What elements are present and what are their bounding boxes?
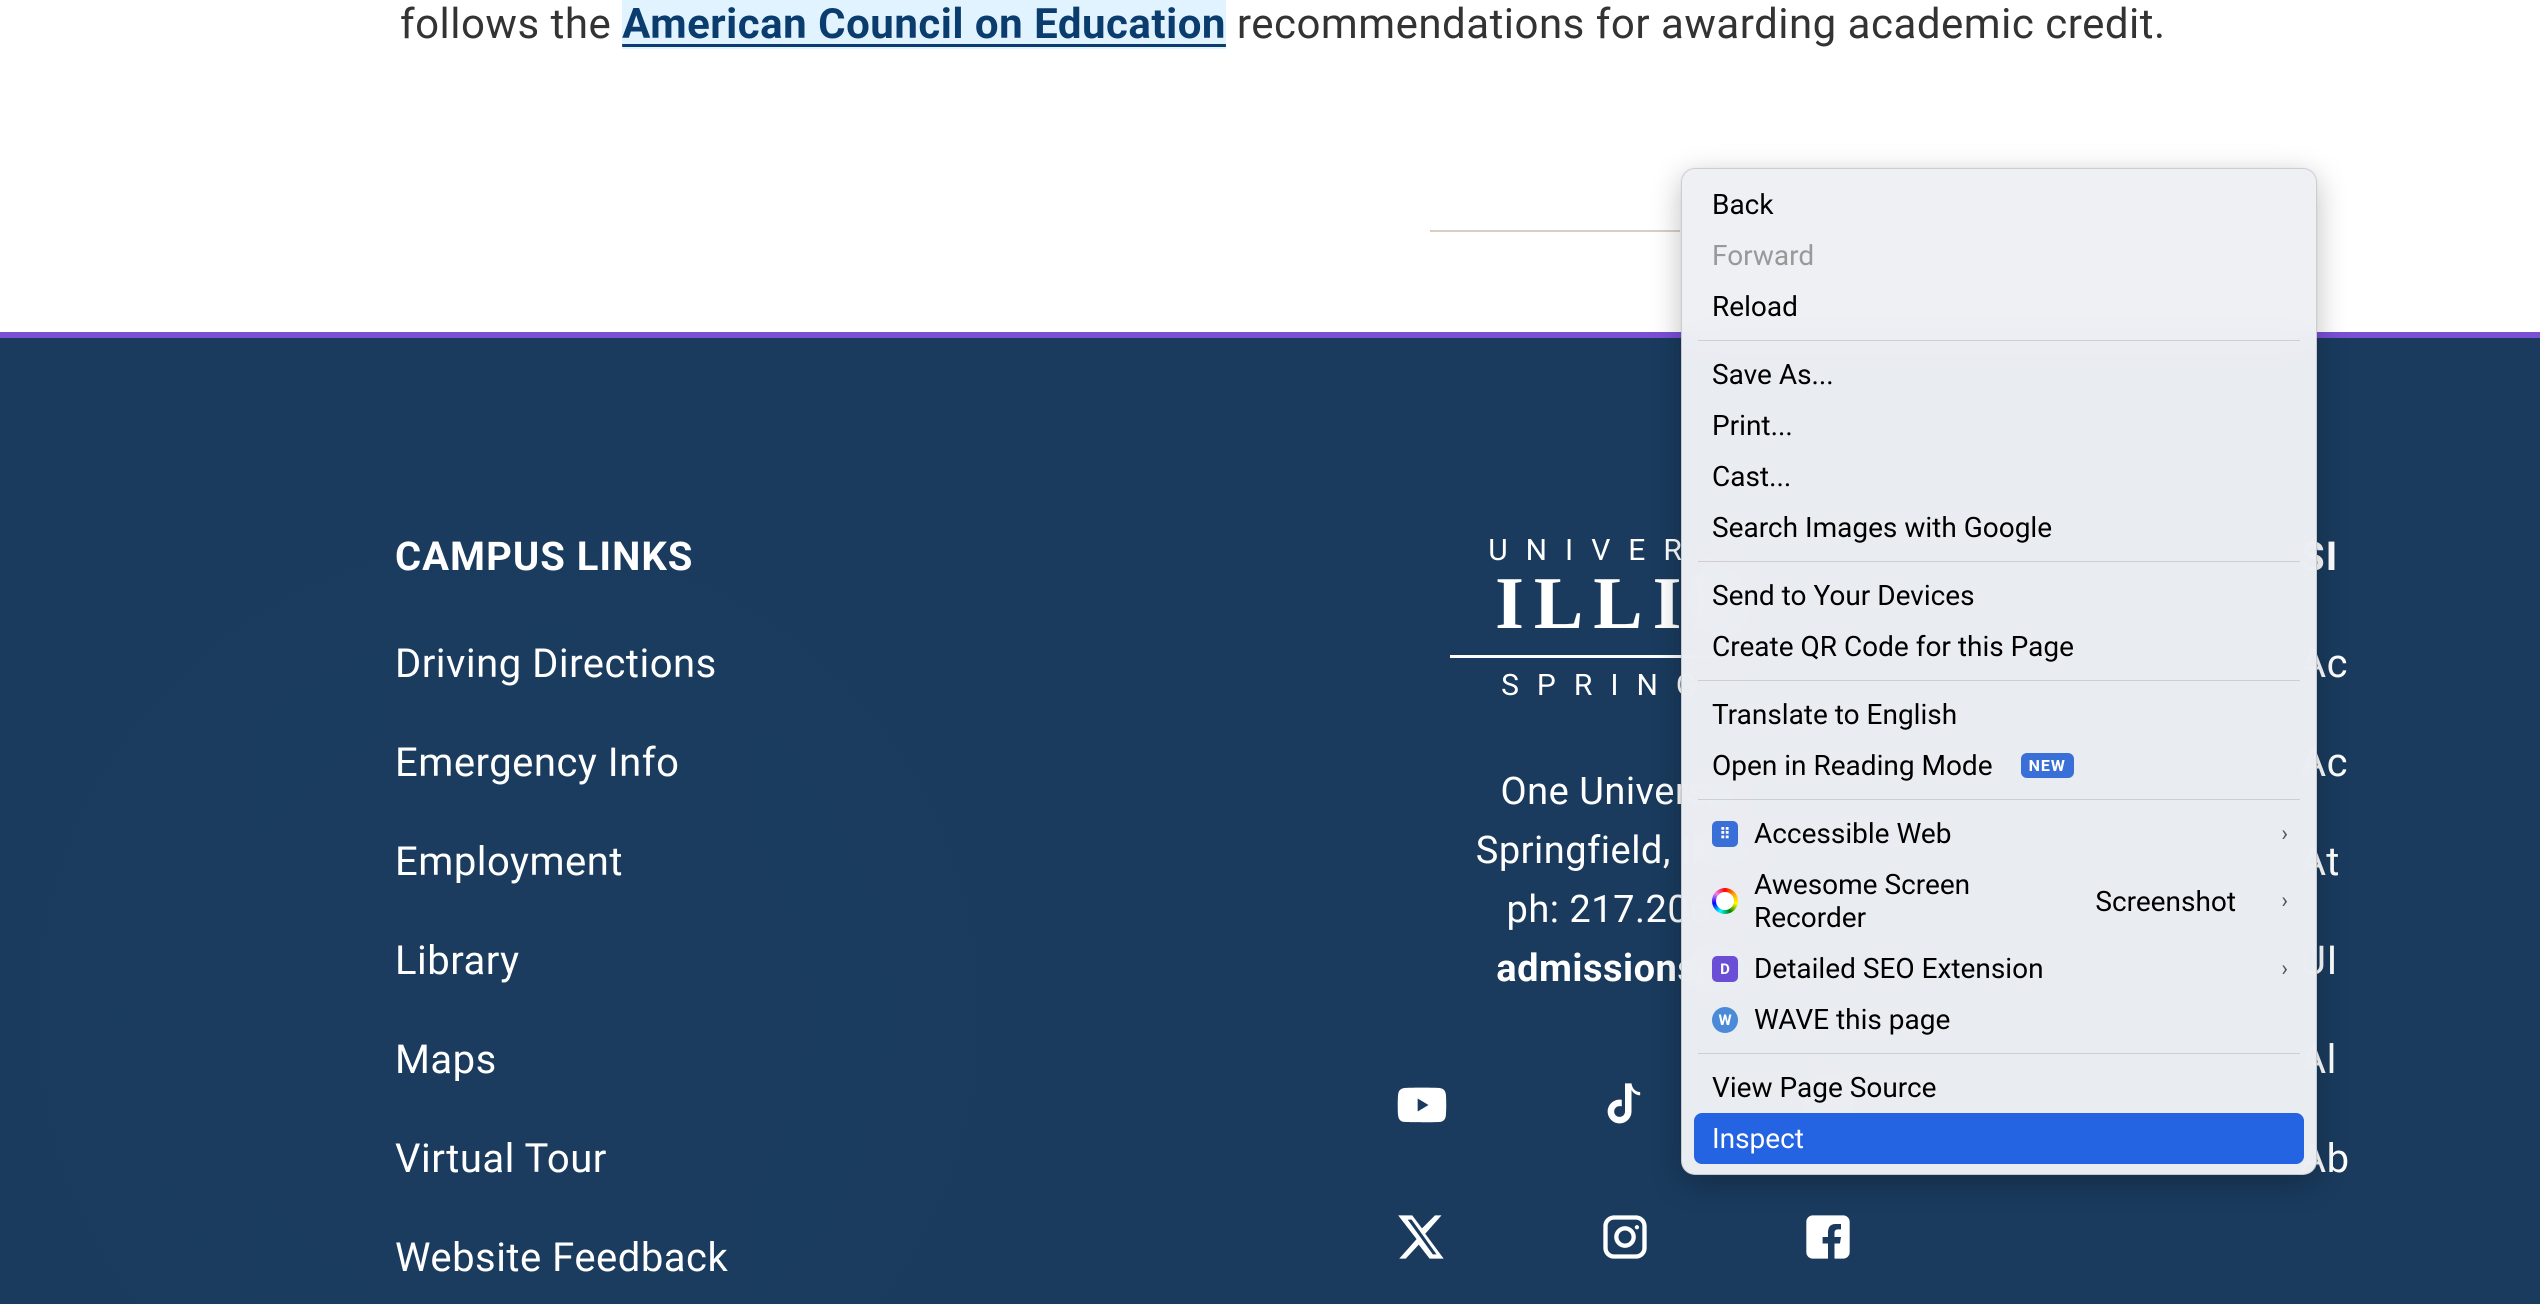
menu-separator xyxy=(1698,1053,2300,1054)
browser-context-menu: Back Forward Reload Save As... Print... … xyxy=(1681,168,2317,1175)
wave-icon: W xyxy=(1712,1007,1738,1033)
menu-send-to-devices[interactable]: Send to Your Devices xyxy=(1682,570,2316,621)
instagram-icon[interactable] xyxy=(1599,1211,1651,1263)
campus-links-column: CAMPUS LINKS Driving Directions Emergenc… xyxy=(395,533,1095,1304)
x-twitter-icon[interactable] xyxy=(1396,1211,1448,1263)
menu-create-qr[interactable]: Create QR Code for this Page xyxy=(1682,621,2316,672)
footer-link-driving[interactable]: Driving Directions xyxy=(395,640,1095,687)
new-badge: NEW xyxy=(2021,753,2074,778)
menu-cast[interactable]: Cast... xyxy=(1682,451,2316,502)
menu-search-images[interactable]: Search Images with Google xyxy=(1682,502,2316,553)
menu-wave[interactable]: W WAVE this page xyxy=(1682,994,2316,1045)
right-link-1[interactable]: Ac xyxy=(2300,739,2450,786)
menu-inspect[interactable]: Inspect xyxy=(1694,1113,2304,1164)
facebook-icon[interactable] xyxy=(1802,1211,1854,1263)
menu-back[interactable]: Back xyxy=(1682,179,2316,230)
divider xyxy=(1430,230,1680,232)
menu-separator xyxy=(1698,340,2300,341)
tiktok-icon[interactable] xyxy=(1599,1079,1651,1131)
footer-link-virtual-tour[interactable]: Virtual Tour xyxy=(395,1135,1095,1182)
chevron-right-icon: › xyxy=(2281,889,2288,914)
text-suffix: recommendations for awarding academic cr… xyxy=(1226,0,2166,49)
text-prefix: follows the xyxy=(400,0,622,49)
menu-save-as[interactable]: Save As... xyxy=(1682,349,2316,400)
right-link-5[interactable]: Ab xyxy=(2300,1135,2450,1182)
footer-link-emergency[interactable]: Emergency Info xyxy=(395,739,1095,786)
menu-accessible-web[interactable]: ⠿ Accessible Web › xyxy=(1682,808,2316,859)
youtube-icon[interactable] xyxy=(1396,1079,1448,1131)
ace-link[interactable]: American Council on Education xyxy=(622,0,1226,49)
right-link-3[interactable]: UI xyxy=(2300,937,2450,984)
menu-view-source[interactable]: View Page Source xyxy=(1682,1062,2316,1113)
right-link-2[interactable]: At xyxy=(2300,838,2450,885)
menu-separator xyxy=(1698,799,2300,800)
chevron-right-icon: › xyxy=(2281,821,2288,846)
menu-reload[interactable]: Reload xyxy=(1682,281,2316,332)
menu-print[interactable]: Print... xyxy=(1682,400,2316,451)
right-column: SI Ac Ac At UI Al Ab xyxy=(2300,533,2450,1304)
menu-separator xyxy=(1698,561,2300,562)
footer-link-maps[interactable]: Maps xyxy=(395,1036,1095,1083)
accessible-web-icon: ⠿ xyxy=(1712,821,1738,847)
menu-reading-mode[interactable]: Open in Reading Mode NEW xyxy=(1682,740,2316,791)
footer-link-website-feedback[interactable]: Website Feedback xyxy=(395,1234,1095,1281)
footer-link-library[interactable]: Library xyxy=(395,937,1095,984)
menu-translate[interactable]: Translate to English xyxy=(1682,689,2316,740)
detailed-seo-icon: D xyxy=(1712,956,1738,982)
campus-links-heading: CAMPUS LINKS xyxy=(395,533,1095,580)
chevron-right-icon: › xyxy=(2281,956,2288,981)
page-body-text: follows the American Council on Educatio… xyxy=(400,0,2166,49)
menu-awesome-recorder[interactable]: Awesome Screen Recorder Screenshot › xyxy=(1682,859,2316,943)
right-link-4[interactable]: Al xyxy=(2300,1036,2450,1083)
menu-detailed-seo[interactable]: D Detailed SEO Extension › xyxy=(1682,943,2316,994)
right-link-0[interactable]: Ac xyxy=(2300,640,2450,687)
right-heading: SI xyxy=(2300,533,2450,580)
menu-forward: Forward xyxy=(1682,230,2316,281)
awesome-recorder-icon xyxy=(1712,888,1738,914)
footer-link-employment[interactable]: Employment xyxy=(395,838,1095,885)
menu-separator xyxy=(1698,680,2300,681)
